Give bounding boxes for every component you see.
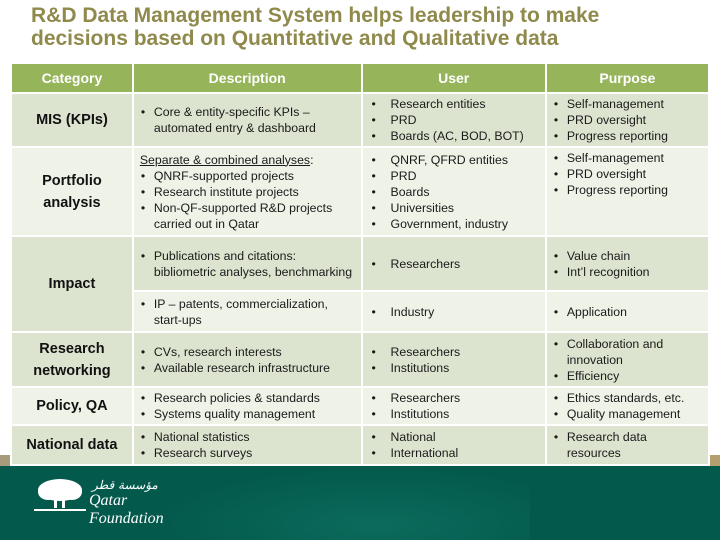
user-cell: Research entities PRD Boards (AC, BOD, B… (362, 94, 545, 146)
title-line-2: decisions based on Quantitative and Qual… (31, 27, 559, 50)
logo-arabic-text: مؤسسة قطر (92, 478, 158, 492)
category-cell: National data (12, 426, 132, 464)
list-item: Value chain (553, 248, 702, 264)
list-item: Government, industry (369, 216, 539, 232)
header-description: Description (133, 64, 361, 92)
user-cell: Researchers Institutions (362, 388, 545, 424)
description-cell: National statistics Research surveys (133, 426, 361, 464)
list-item: CVs, research interests (140, 344, 355, 360)
logo-name-text: Qatar Foundation (89, 492, 164, 527)
list-item: Boards (369, 184, 539, 200)
list-item: Research institute projects (140, 184, 355, 200)
user-cell: Researchers (362, 237, 545, 290)
data-management-table: Category Description User Purpose MIS (K… (10, 62, 710, 466)
list-item: Researchers (369, 256, 539, 272)
category-cell: Portfolio analysis (12, 148, 132, 235)
list-item: Self-management (553, 96, 702, 112)
footer-banner: مؤسسة قطر Qatar Foundation (0, 466, 720, 540)
purpose-cell: Ethics standards, etc. Quality managemen… (546, 388, 708, 424)
table-row: Research networking CVs, research intere… (12, 333, 708, 386)
table-row: National data National statistics Resear… (12, 426, 708, 464)
list-item: Researchers (369, 344, 539, 360)
list-item: Research entities (369, 96, 539, 112)
title-line-1: R&D Data Management System helps leaders… (31, 4, 600, 27)
list-item: Research data resources (553, 429, 702, 461)
category-cell: Impact (12, 237, 132, 331)
purpose-cell: Self-management PRD oversight Progress r… (546, 148, 708, 235)
description-cell: Separate & combined analyses: QNRF-suppo… (133, 148, 361, 235)
purpose-cell: Value chain Int’l recognition (546, 237, 708, 290)
table-row: Impact Publications and citations: bibli… (12, 237, 708, 331)
description-cell: Publications and citations: bibliometric… (133, 237, 361, 290)
list-item: PRD (369, 168, 539, 184)
list-item: Universities (369, 200, 539, 216)
table-header-row: Category Description User Purpose (12, 64, 708, 92)
list-item: Research policies & standards (140, 390, 355, 406)
list-item: Quality management (553, 406, 702, 422)
slide-title: R&D Data Management System helps leaders… (31, 4, 711, 50)
header-user: User (362, 64, 545, 92)
list-item: Int’l recognition (553, 264, 702, 280)
list-item: Self-management (553, 150, 702, 166)
user-cell: Industry (362, 292, 545, 331)
description-intro: Separate & combined analyses (139, 152, 311, 167)
category-cell: Policy, QA (12, 388, 132, 424)
list-item: Institutions (369, 360, 539, 376)
description-cell: IP – patents, commercialization, start-u… (133, 292, 361, 331)
purpose-cell: Self-management PRD oversight Progress r… (546, 94, 708, 146)
purpose-cell: Collaboration and innovation Efficiency (546, 333, 708, 386)
list-item: QNRF-supported projects (140, 168, 355, 184)
table-row: Portfolio analysis Separate & combined a… (12, 148, 708, 235)
user-cell: QNRF, QFRD entities PRD Boards Universit… (362, 148, 545, 235)
purpose-cell: Application (546, 292, 708, 331)
list-item: Non-QF-supported R&D projects carried ou… (140, 200, 355, 232)
description-cell: CVs, research interests Available resear… (133, 333, 361, 386)
list-item: PRD oversight (553, 112, 702, 128)
list-item: PRD (369, 112, 539, 128)
table-row: Policy, QA Research policies & standards… (12, 388, 708, 424)
qatar-foundation-logo: مؤسسة قطر Qatar Foundation (34, 478, 194, 527)
user-cell: National International (362, 426, 545, 464)
list-item: Collaboration and innovation (553, 336, 702, 368)
list-item: Research surveys (140, 445, 355, 461)
list-item: IP – patents, commercialization, start-u… (140, 296, 355, 328)
footer-background-graphic (150, 466, 530, 540)
list-item: Industry (369, 304, 539, 320)
list-item: Institutions (369, 406, 539, 422)
list-item: National statistics (140, 429, 355, 445)
category-cell: Research networking (12, 333, 132, 386)
user-cell: Researchers Institutions (362, 333, 545, 386)
description-cell: Core & entity-specific KPIs – automated … (133, 94, 361, 146)
list-item: QNRF, QFRD entities (369, 152, 539, 168)
list-item: Researchers (369, 390, 539, 406)
list-item: Efficiency (553, 368, 702, 384)
header-category: Category (12, 64, 132, 92)
description-intro-colon: : (310, 152, 314, 167)
list-item: Publications and citations: bibliometric… (140, 248, 355, 280)
list-item: Boards (AC, BOD, BOT) (369, 128, 539, 144)
list-item: International (369, 445, 539, 461)
list-item: Progress reporting (553, 128, 702, 144)
list-item: National (369, 429, 539, 445)
list-item: Application (553, 304, 702, 320)
category-cell: MIS (KPIs) (12, 94, 132, 146)
list-item: PRD oversight (553, 166, 702, 182)
table-row: MIS (KPIs) Core & entity-specific KPIs –… (12, 94, 708, 146)
tree-icon (34, 479, 86, 511)
list-item: Available research infrastructure (140, 360, 355, 376)
list-item: Systems quality management (140, 406, 355, 422)
purpose-cell: Research data resources (546, 426, 708, 464)
list-item: Ethics standards, etc. (553, 390, 702, 406)
header-purpose: Purpose (546, 64, 708, 92)
description-cell: Research policies & standards Systems qu… (133, 388, 361, 424)
list-item: Core & entity-specific KPIs – automated … (140, 104, 355, 136)
list-item: Progress reporting (553, 182, 702, 198)
